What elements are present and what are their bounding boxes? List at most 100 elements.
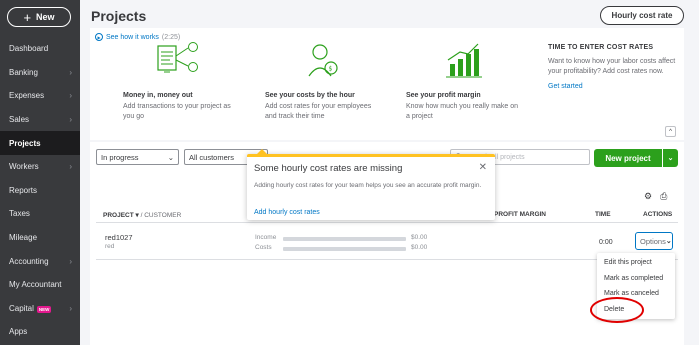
divider [96,259,678,260]
time-box-desc: Want to know how your labor costs affect… [548,58,676,75]
options-label: Options [640,236,666,246]
gear-icon[interactable]: ⚙ [644,191,652,202]
sidebar-item-mileage[interactable]: Mileage [0,226,80,250]
new-project-button[interactable]: New project ⌄ [594,149,678,167]
income-label: Income [255,234,277,241]
sort-down-icon: ▾ [135,212,139,219]
promo-desc: Know how much you really make on a proje… [406,103,519,120]
popover-title: Some hourly cost rates are missing [254,163,403,174]
sidebar-item-label: Reports [9,185,38,195]
promo-heading: Money in, money out [123,92,193,99]
costs-label: Costs [255,244,272,251]
chevron-down-icon: ⌄ [667,155,674,162]
see-how-it-works-link[interactable]: ▶ See how it works (2:25) [95,33,180,41]
header-profit-margin: PROFIT MARGIN [494,211,546,218]
sidebar-item-sales[interactable]: Sales › [0,108,80,132]
video-duration: (2:25) [161,33,181,41]
chevron-right-icon: › [69,115,72,125]
svg-text:$: $ [328,66,332,73]
sidebar-item-dashboard[interactable]: Dashboard [0,37,80,61]
promo-desc: Add transactions to your project as you … [123,103,231,120]
delete-highlight-circle [590,297,644,323]
sidebar-item-label: Banking [9,67,38,77]
time-value: 0:00 [599,239,613,246]
add-hourly-cost-rates-link[interactable]: Add hourly cost rates [254,209,320,216]
person-money-icon: $ [265,42,380,82]
chevron-right-icon: › [69,303,72,313]
costs-value: $0.00 [411,244,428,251]
header-customer-label: / CUSTOMER [140,212,182,219]
sidebar: + New Dashboard Banking › Expenses › Sales… [0,0,80,345]
chevron-right-icon: › [69,162,72,172]
printer-icon[interactable]: ⎙ [660,191,667,202]
sidebar-item-label: Projects [9,138,41,148]
divider [96,222,678,223]
sidebar-item-label: Apps [9,327,28,337]
options-button[interactable]: Options ⌄ [635,232,673,250]
status-filter-value: In progress [101,152,139,162]
new-button-label: New [36,12,55,22]
close-icon[interactable]: ✕ [479,162,487,173]
header-project[interactable]: PROJECT ▾ / CUSTOMER [103,211,181,219]
income-bar [283,237,406,241]
status-filter-select[interactable]: In progress ⌄ [96,149,179,165]
plus-icon: + [23,9,32,25]
sidebar-item-capital[interactable]: Capital NEW › [0,297,80,321]
promo-costs-by-hour: $ See your costs by the hour Add cost ra… [265,42,380,122]
costs-bar [283,247,406,251]
new-button[interactable]: + New [7,7,71,27]
customer-filter-value: All customers [189,152,235,162]
menu-item-mark-completed[interactable]: Mark as completed [597,271,675,287]
sidebar-item-reports[interactable]: Reports [0,179,80,203]
menu-item-edit-project[interactable]: Edit this project [597,255,675,271]
new-project-dropdown-toggle[interactable]: ⌄ [662,149,678,167]
popover-caret [257,149,267,154]
income-value: $0.00 [411,234,428,241]
sidebar-item-my-accountant[interactable]: My Accountant [0,273,80,297]
chevron-down-icon: ⌄ [665,238,672,245]
sidebar-item-label: Taxes [9,209,30,219]
chevron-up-icon: ^ [669,128,672,135]
promo-desc: Add cost rates for your employees and tr… [265,103,372,120]
sidebar-item-label: Mileage [9,233,38,243]
sidebar-nav: Dashboard Banking › Expenses › Sales › Proj… [0,37,80,344]
project-name[interactable]: red1027 [105,233,133,242]
get-started-link[interactable]: Get started [548,83,678,90]
sidebar-item-accounting[interactable]: Accounting › [0,249,80,273]
chevron-down-icon: ⌄ [167,152,174,162]
sidebar-item-taxes[interactable]: Taxes [0,202,80,226]
sidebar-item-projects[interactable]: Projects [0,131,80,155]
chevron-right-icon: › [69,67,72,77]
sidebar-item-label: Accounting [9,256,49,266]
promo-profit-margin: See your profit margin Know how much you… [406,42,521,122]
sidebar-item-banking[interactable]: Banking › [0,61,80,85]
table-tools: ⚙ ⎙ [644,191,667,202]
promo-panel: ▶ See how it works (2:25) Money in, mone… [90,28,684,140]
sidebar-item-label: Sales [9,115,30,125]
play-icon: ▶ [95,33,103,41]
sidebar-item-apps[interactable]: Apps [0,320,80,344]
bar-chart-icon [406,42,521,82]
promo-money-in-out: Money in, money out Add transactions to … [123,42,233,122]
chevron-right-icon: › [69,91,72,101]
sidebar-item-expenses[interactable]: Expenses › [0,84,80,108]
new-project-label: New project [605,153,651,163]
sidebar-item-workers[interactable]: Workers › [0,155,80,179]
time-to-enter-cost-rates: TIME TO ENTER COST RATES Want to know ho… [548,44,678,90]
chevron-right-icon: › [69,256,72,266]
time-box-heading: TIME TO ENTER COST RATES [548,44,654,51]
new-badge: NEW [36,305,52,313]
header-actions: ACTIONS [643,211,673,218]
header-project-label: PROJECT [103,212,134,219]
project-customer: red [105,243,115,250]
sidebar-item-label: Dashboard [9,44,49,54]
sidebar-item-label: Capital [9,303,34,313]
header-time: TIME [595,211,611,218]
page-title: Projects [91,8,147,24]
collapse-promo-button[interactable]: ^ [665,126,676,137]
sidebar-item-label: Expenses [9,91,45,101]
see-how-label: See how it works [106,33,159,41]
invoice-icon [123,42,233,82]
promo-heading: See your profit margin [406,92,481,99]
hourly-cost-rate-button[interactable]: Hourly cost rate [600,6,684,25]
